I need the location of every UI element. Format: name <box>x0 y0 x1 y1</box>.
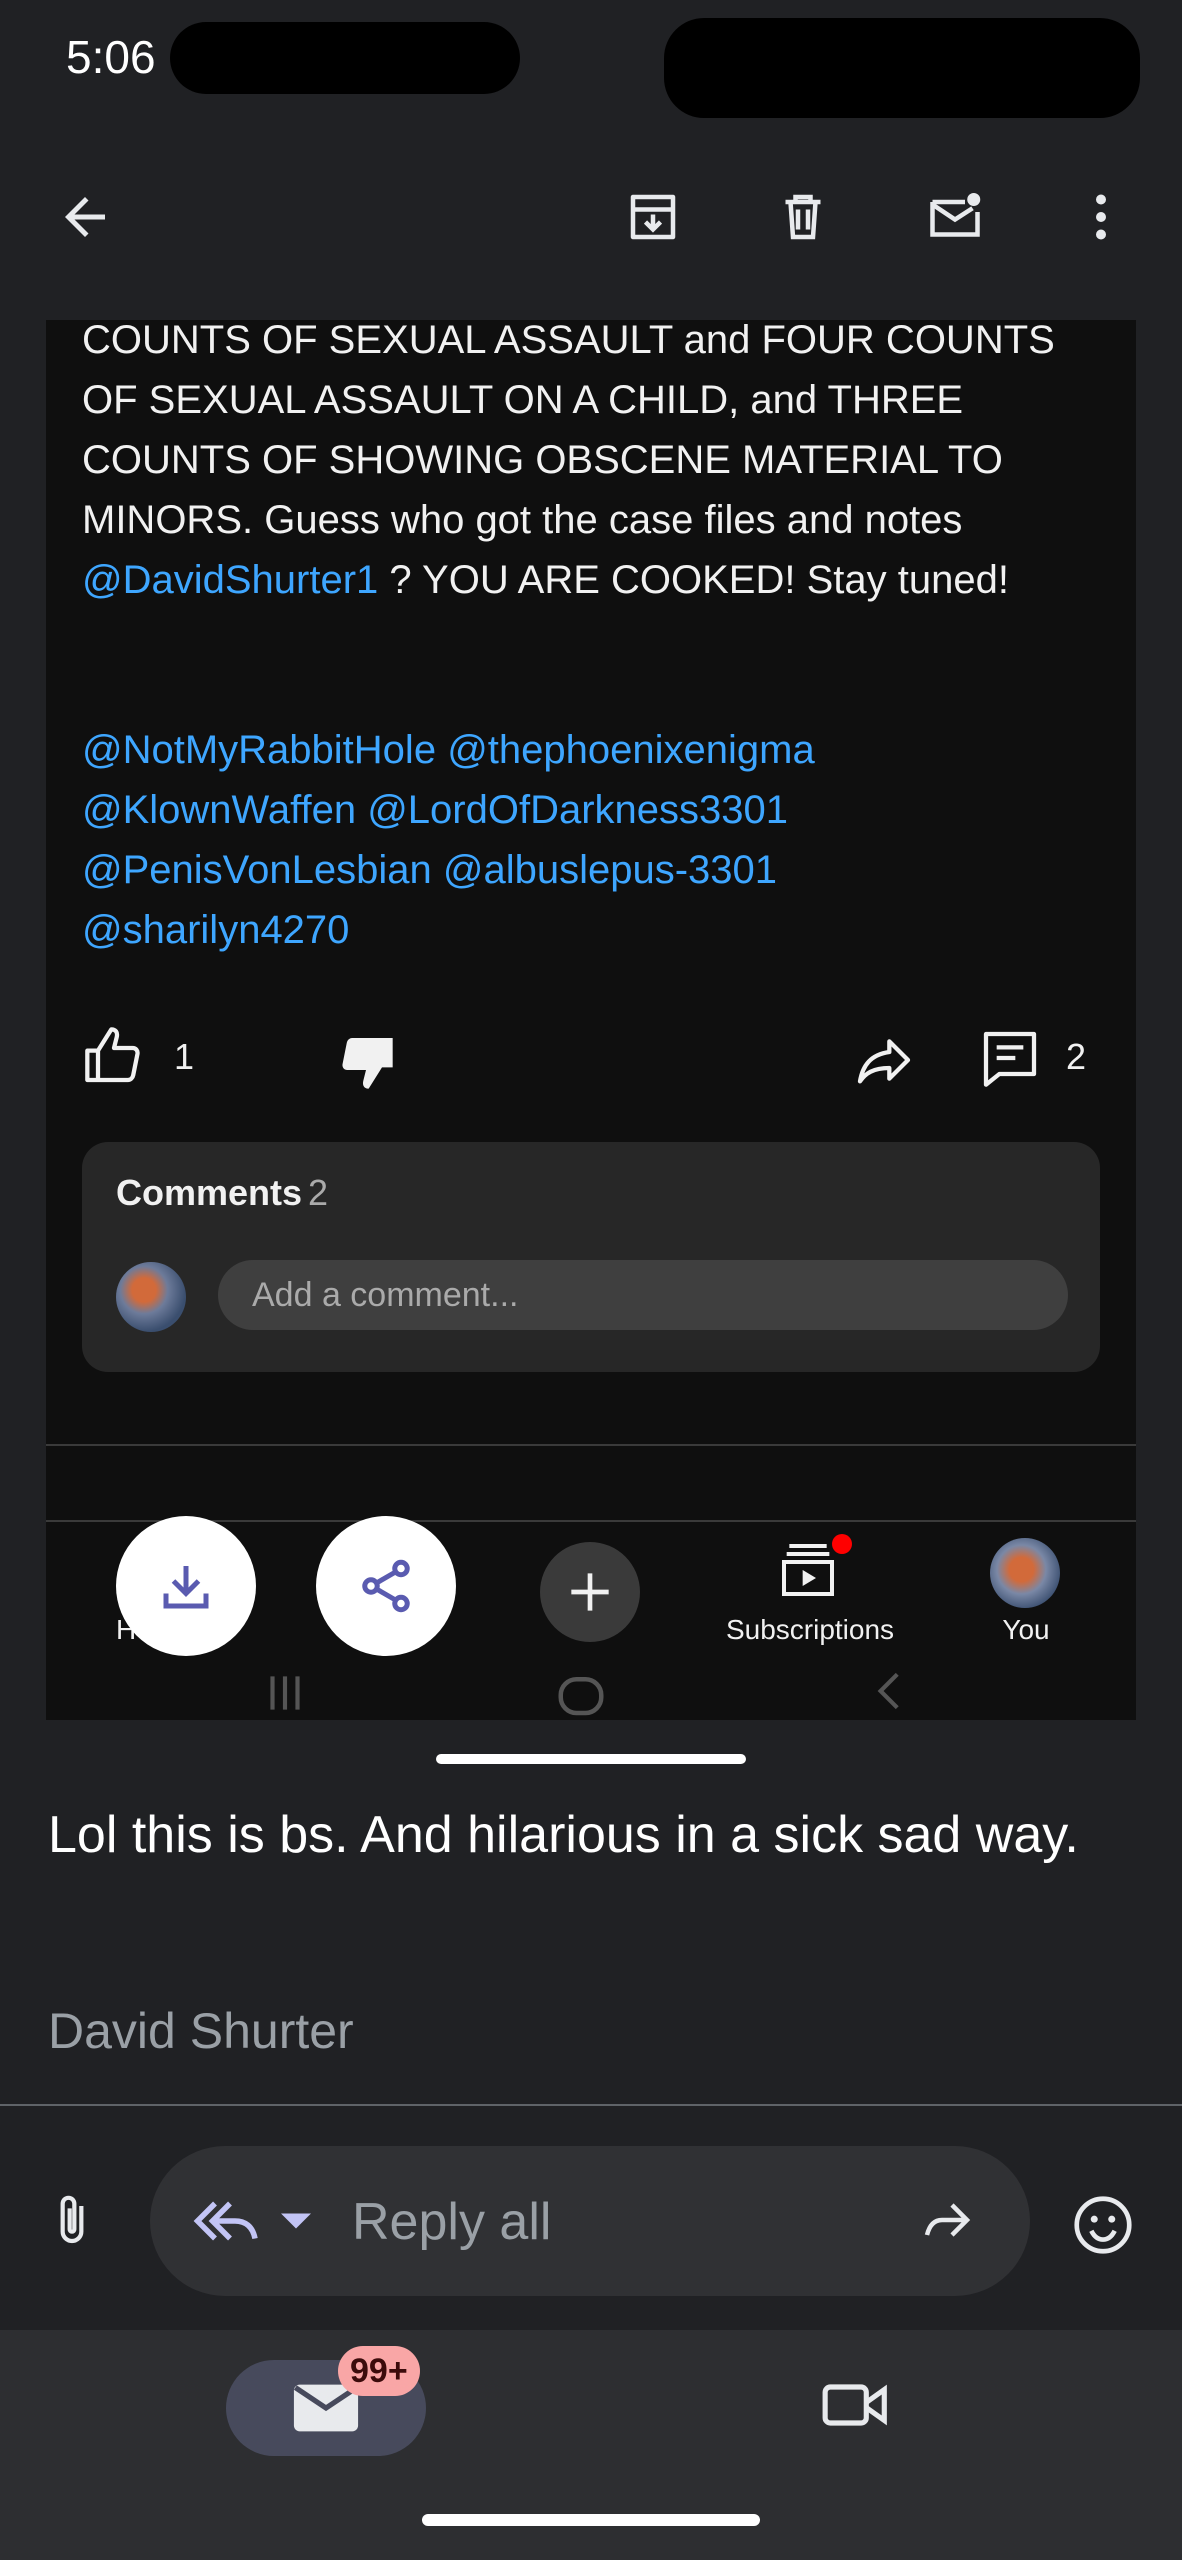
reply-all-icon[interactable] <box>190 2188 260 2254</box>
unread-badge: 99+ <box>338 2346 420 2396</box>
back-arrow-icon[interactable] <box>40 172 130 262</box>
comments-box: Comments 2 Add a comment... <box>82 1142 1100 1372</box>
post-text: COUNTS OF SEXUAL ASSAULT and FOUR COUNTS… <box>82 320 1102 610</box>
mention: @thephoenixenigma <box>447 728 815 772</box>
recents-icon <box>270 1676 300 1710</box>
embedded-screenshot: COUNTS OF SEXUAL ASSAULT and FOUR COUNTS… <box>46 320 1136 1720</box>
meet-video-icon[interactable] <box>820 2376 892 2434</box>
comments-title: Comments 2 <box>116 1172 328 1214</box>
home-indicator[interactable] <box>422 2514 760 2526</box>
thumbs-down-icon <box>342 1038 393 1089</box>
redaction-right <box>664 18 1140 118</box>
back-chevron-icon <box>877 1672 899 1710</box>
post-action-row: 1 2 <box>46 1010 1136 1110</box>
reply-all-field[interactable]: Reply all <box>150 2146 1030 2296</box>
avatar <box>116 1262 186 1332</box>
mentions-block: @NotMyRabbitHole @thephoenixenigma @Klow… <box>82 720 1102 960</box>
post-text-after: ? YOU ARE COOKED! Stay tuned! <box>378 558 1009 602</box>
mention: @PenisVonLesbian <box>82 848 432 892</box>
chevron-down-icon[interactable] <box>278 2206 314 2236</box>
forward-icon[interactable] <box>914 2190 980 2250</box>
nav-you: You <box>1002 1614 1050 1645</box>
share-button[interactable] <box>316 1516 456 1656</box>
home-circle-icon <box>558 1677 604 1716</box>
add-comment-input: Add a comment... <box>218 1260 1068 1330</box>
comment-count: 2 <box>1066 1036 1087 1077</box>
status-bar: 5:06 <box>0 0 1182 120</box>
notification-dot <box>832 1534 852 1554</box>
subscriptions-icon <box>782 1544 834 1596</box>
comments-title-label: Comments <box>116 1172 303 1213</box>
mention: @sharilyn4270 <box>82 908 350 952</box>
sender-signature: David Shurter <box>48 2003 354 2059</box>
thumbs-up-icon <box>85 1027 140 1083</box>
emoji-icon[interactable] <box>1068 2190 1138 2260</box>
comments-title-count: 2 <box>308 1172 329 1213</box>
create-plus-icon <box>540 1542 640 1642</box>
divider <box>46 1444 1136 1446</box>
status-time: 5:06 <box>66 31 156 83</box>
mark-unread-icon[interactable] <box>910 172 1000 262</box>
mention: @albuslepus-3301 <box>442 848 778 892</box>
reply-all-label: Reply all <box>352 2193 552 2251</box>
archive-icon[interactable] <box>608 172 698 262</box>
mention: @NotMyRabbitHole <box>82 728 437 772</box>
reply-bar: Reply all <box>0 2106 1182 2330</box>
top-app-bar <box>0 120 1182 320</box>
mention: @KlownWaffen <box>82 788 357 832</box>
nav-subscriptions: Subscriptions <box>725 1614 895 1645</box>
like-count: 1 <box>174 1036 195 1077</box>
more-vert-icon[interactable] <box>1056 172 1146 262</box>
download-icon <box>163 1566 209 1609</box>
share-arrow-icon <box>857 1039 911 1084</box>
bottom-navigation: 99+ <box>0 2330 1182 2560</box>
redaction-left <box>170 22 520 94</box>
email-message-text: Lol this is bs. And hilarious in a sick … <box>48 1806 1079 1864</box>
comment-icon <box>983 1031 1037 1087</box>
image-viewer-handle[interactable] <box>436 1754 746 1764</box>
embedded-system-nav <box>46 1662 1136 1720</box>
avatar <box>990 1538 1060 1608</box>
mention: @LordOfDarkness3301 <box>367 788 789 832</box>
mention-inline: @DavidShurter1 <box>82 558 379 602</box>
email-body[interactable]: COUNTS OF SEXUAL ASSAULT and FOUR COUNTS… <box>0 320 1182 2100</box>
download-button[interactable] <box>116 1516 256 1656</box>
share-icon <box>362 1559 410 1613</box>
attach-icon[interactable] <box>44 2192 100 2248</box>
post-text-before: COUNTS OF SEXUAL ASSAULT and FOUR COUNTS… <box>82 320 1055 542</box>
trash-icon[interactable] <box>758 172 848 262</box>
